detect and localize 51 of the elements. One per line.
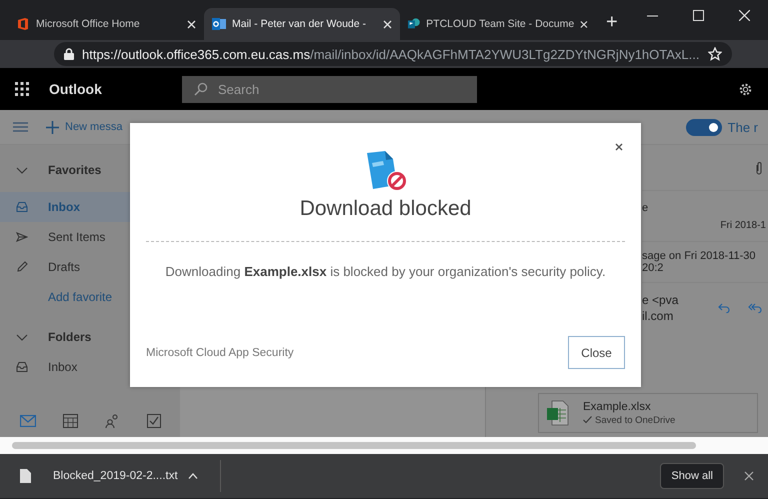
- new-tab-button[interactable]: +: [606, 11, 618, 34]
- browser-tab[interactable]: Mail - Peter van der Woude -: [204, 8, 400, 40]
- sender-text: il.com: [642, 309, 674, 323]
- browser-tab[interactable]: Microsoft Office Home: [8, 8, 204, 40]
- maximize-icon[interactable]: [693, 10, 704, 21]
- horizontal-scrollbar[interactable]: [0, 437, 768, 454]
- caret-icon[interactable]: [188, 473, 198, 479]
- file-icon: [20, 469, 31, 483]
- section-header[interactable]: Favorites: [0, 155, 180, 185]
- office-icon: [16, 17, 30, 31]
- sharepoint-icon: [408, 17, 420, 31]
- lock-icon: [64, 48, 74, 60]
- app-launcher-icon[interactable]: [15, 82, 29, 96]
- inbox-icon: [16, 201, 28, 213]
- sender-text: e <pva: [642, 293, 680, 307]
- plus-icon[interactable]: [46, 120, 59, 134]
- calendar-icon[interactable]: [62, 414, 78, 428]
- people-icon[interactable]: [104, 414, 120, 428]
- message-date: Fri 2018-1: [720, 220, 767, 230]
- attachment-name: Example.xlsx: [583, 400, 652, 412]
- star-icon[interactable]: [708, 47, 722, 61]
- search-icon: [194, 82, 208, 96]
- toggle-switch[interactable]: [686, 118, 722, 136]
- folder-item[interactable]: Sent Items: [0, 222, 180, 252]
- pencil-icon: [16, 261, 28, 273]
- attachment-status: Saved to OneDrive: [595, 414, 676, 426]
- inbox-icon: [16, 361, 28, 373]
- subject-text: e: [642, 202, 650, 214]
- dialog-title: Download blocked: [300, 197, 472, 221]
- show-all-button[interactable]: Show all: [660, 463, 724, 489]
- dialog-message: Downloading Example.xlsx is blocked by your organization's security policy.: [165, 264, 606, 279]
- spreadsheet-icon: [547, 400, 569, 426]
- outlook-icon: [212, 17, 226, 31]
- download-item[interactable]: Blocked_2019-02-2....txt: [53, 470, 178, 482]
- close-icon[interactable]: [744, 471, 754, 481]
- menu-icon[interactable]: [13, 122, 28, 132]
- search-field[interactable]: Search: [182, 76, 477, 102]
- attachment-card[interactable]: Example.xlsx Saved to OneDrive: [538, 393, 758, 433]
- info-text: sage on Fri 2018-11-30 20:2: [642, 250, 757, 274]
- send-icon: [16, 231, 28, 243]
- app-name: Outlook: [49, 81, 103, 97]
- browser-tab[interactable]: PTCLOUD Team Site - Docume: [400, 8, 596, 40]
- checkbox-icon[interactable]: [146, 414, 160, 428]
- settings-icon[interactable]: [738, 82, 753, 96]
- new-message-button[interactable]: New messa: [65, 121, 122, 133]
- check-icon: [583, 416, 592, 424]
- toggle-label: The r: [728, 120, 758, 134]
- dialog-footer-text: Microsoft Cloud App Security: [146, 346, 294, 358]
- close-button[interactable]: Close: [568, 336, 625, 369]
- paperclip-icon: [756, 160, 762, 174]
- close-icon[interactable]: [615, 143, 623, 151]
